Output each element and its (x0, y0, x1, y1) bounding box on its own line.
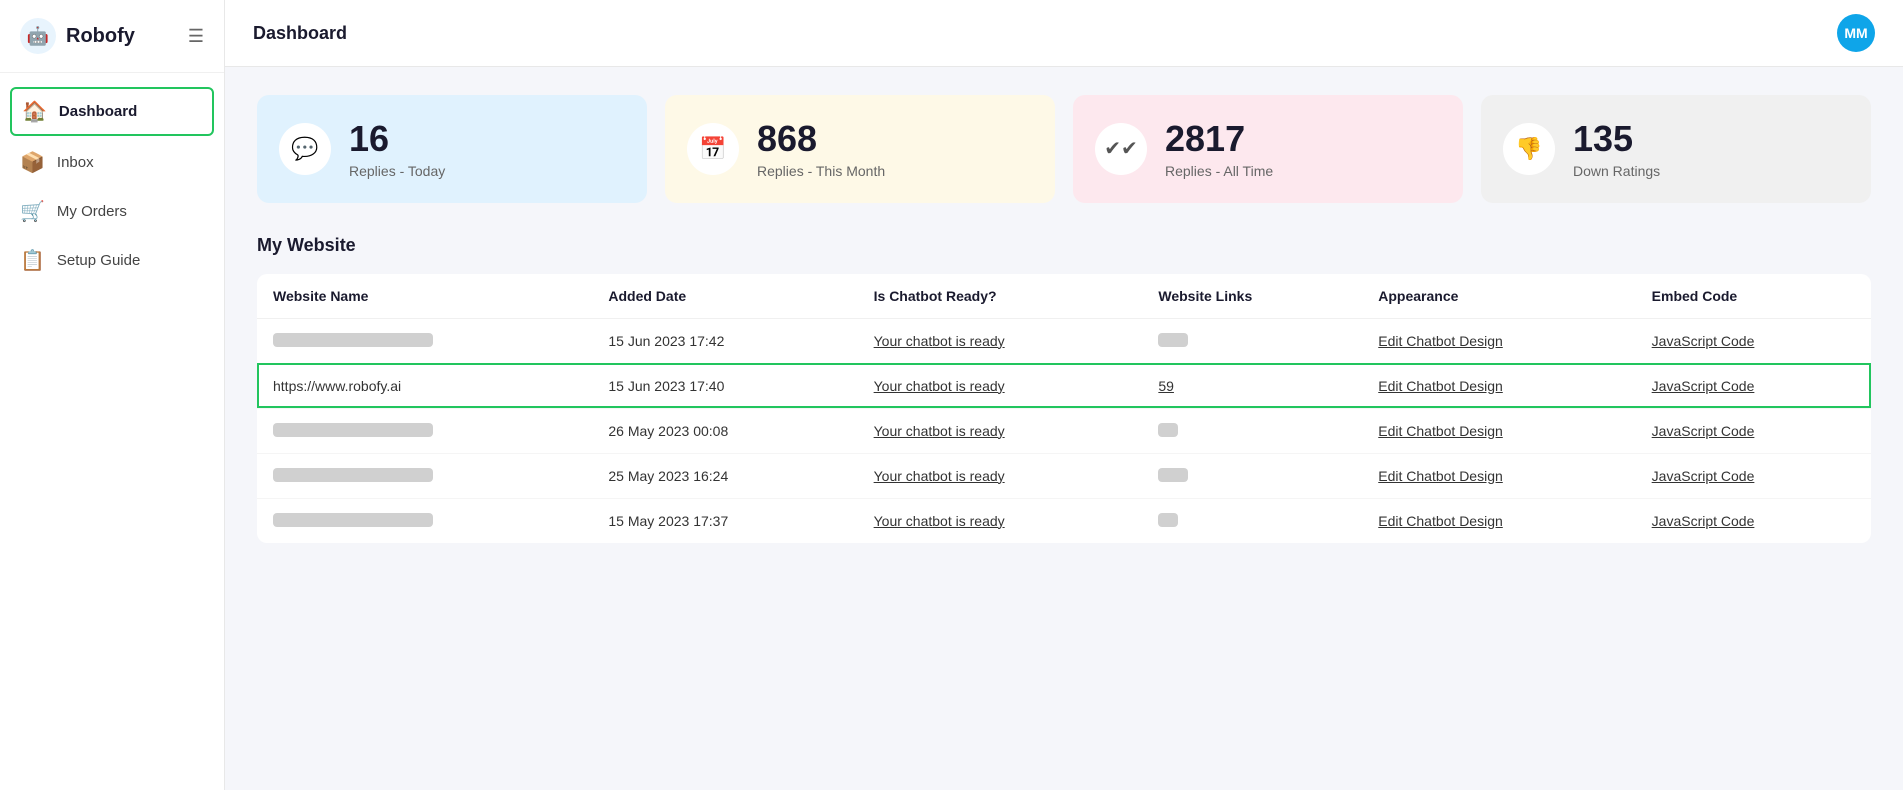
chatbot-ready-status[interactable]: Your chatbot is ready (858, 318, 1143, 363)
embed-code-link[interactable]: JavaScript Code (1636, 453, 1871, 498)
websites-table: Website Name Added Date Is Chatbot Ready… (257, 274, 1871, 543)
sidebar-item-setup-guide[interactable]: 📋 Setup Guide (0, 236, 224, 285)
sidebar-item-label: My Orders (57, 203, 127, 220)
appearance-link[interactable]: Edit Chatbot Design (1362, 363, 1635, 408)
sidebar: 🤖 Robofy ☰ 🏠 Dashboard 📦 Inbox 🛒 My Orde… (0, 0, 225, 790)
website-links-count (1142, 453, 1362, 498)
col-website-links: Website Links (1142, 274, 1362, 319)
added-date: 15 Jun 2023 17:40 (592, 363, 857, 408)
embed-code-link[interactable]: JavaScript Code (1636, 408, 1871, 453)
sidebar-item-my-orders[interactable]: 🛒 My Orders (0, 187, 224, 236)
inbox-icon: 📦 (20, 150, 45, 175)
website-links-count[interactable]: 59 (1142, 363, 1362, 408)
chatbot-ready-status[interactable]: Your chatbot is ready (858, 453, 1143, 498)
sidebar-item-label: Inbox (57, 154, 94, 171)
embed-code-link[interactable]: JavaScript Code (1636, 318, 1871, 363)
sidebar-item-dashboard[interactable]: 🏠 Dashboard (10, 87, 214, 136)
added-date: 15 May 2023 17:37 (592, 498, 857, 543)
replies-alltime-number: 2817 (1165, 119, 1273, 159)
replies-month-number: 868 (757, 119, 885, 159)
stat-card-replies-today: 💬 16 Replies - Today (257, 95, 647, 203)
replies-month-label: Replies - This Month (757, 163, 885, 179)
replies-month-icon: 📅 (687, 123, 739, 175)
website-url: https://example3.com (257, 408, 592, 453)
orders-icon: 🛒 (20, 199, 45, 224)
down-ratings-number: 135 (1573, 119, 1660, 159)
added-date: 15 Jun 2023 17:42 (592, 318, 857, 363)
sidebar-item-label: Dashboard (59, 103, 137, 120)
appearance-link[interactable]: Edit Chatbot Design (1362, 453, 1635, 498)
chatbot-ready-status[interactable]: Your chatbot is ready (858, 363, 1143, 408)
col-website-name: Website Name (257, 274, 592, 319)
page-title: Dashboard (253, 23, 347, 44)
stat-card-replies-alltime: ✔✔ 2817 Replies - All Time (1073, 95, 1463, 203)
replies-today-label: Replies - Today (349, 163, 445, 179)
table-row: https://example3.com 26 May 2023 00:08 Y… (257, 408, 1871, 453)
chatbot-ready-status[interactable]: Your chatbot is ready (858, 408, 1143, 453)
website-url: https://example1.com (257, 318, 592, 363)
app-name: Robofy (66, 25, 135, 48)
appearance-link[interactable]: Edit Chatbot Design (1362, 408, 1635, 453)
website-url: https://www.robofy.ai (257, 363, 592, 408)
down-ratings-label: Down Ratings (1573, 163, 1660, 179)
sidebar-nav: 🏠 Dashboard 📦 Inbox 🛒 My Orders 📋 Setup … (0, 73, 224, 297)
logo-icon: 🤖 (20, 18, 56, 54)
setup-icon: 📋 (20, 248, 45, 273)
sidebar-item-label: Setup Guide (57, 252, 140, 269)
hamburger-icon[interactable]: ☰ (188, 26, 204, 47)
website-links-count (1142, 318, 1362, 363)
content-area: 💬 16 Replies - Today 📅 868 Replies - Thi… (225, 67, 1903, 790)
section-title: My Website (257, 235, 1871, 256)
added-date: 26 May 2023 00:08 (592, 408, 857, 453)
down-ratings-icon: 👎 (1503, 123, 1555, 175)
website-url: https://example4.com (257, 453, 592, 498)
replies-alltime-icon: ✔✔ (1095, 123, 1147, 175)
appearance-link[interactable]: Edit Chatbot Design (1362, 318, 1635, 363)
table-row: https://www.robofy.ai 15 Jun 2023 17:40 … (257, 363, 1871, 408)
website-url: https://example5.com (257, 498, 592, 543)
website-links-count (1142, 498, 1362, 543)
added-date: 25 May 2023 16:24 (592, 453, 857, 498)
embed-code-link[interactable]: JavaScript Code (1636, 498, 1871, 543)
chatbot-ready-status[interactable]: Your chatbot is ready (858, 498, 1143, 543)
appearance-link[interactable]: Edit Chatbot Design (1362, 498, 1635, 543)
table-row: https://example1.com 15 Jun 2023 17:42 Y… (257, 318, 1871, 363)
my-website-section: My Website Website Name Added Date Is Ch… (257, 235, 1871, 543)
topbar: Dashboard MM (225, 0, 1903, 67)
sidebar-logo: 🤖 Robofy ☰ (0, 0, 224, 73)
col-embed-code: Embed Code (1636, 274, 1871, 319)
table-row: https://example4.com 25 May 2023 16:24 Y… (257, 453, 1871, 498)
stat-card-down-ratings: 👎 135 Down Ratings (1481, 95, 1871, 203)
home-icon: 🏠 (22, 99, 47, 124)
embed-code-link[interactable]: JavaScript Code (1636, 363, 1871, 408)
col-chatbot-ready: Is Chatbot Ready? (858, 274, 1143, 319)
replies-today-icon: 💬 (279, 123, 331, 175)
table-header: Website Name Added Date Is Chatbot Ready… (257, 274, 1871, 319)
sidebar-item-inbox[interactable]: 📦 Inbox (0, 138, 224, 187)
avatar[interactable]: MM (1837, 14, 1875, 52)
replies-today-number: 16 (349, 119, 445, 159)
website-links-count (1142, 408, 1362, 453)
col-appearance: Appearance (1362, 274, 1635, 319)
table-body: https://example1.com 15 Jun 2023 17:42 Y… (257, 318, 1871, 543)
websites-table-container: Website Name Added Date Is Chatbot Ready… (257, 274, 1871, 543)
stats-row: 💬 16 Replies - Today 📅 868 Replies - Thi… (257, 95, 1871, 203)
table-row: https://example5.com 15 May 2023 17:37 Y… (257, 498, 1871, 543)
main-content: Dashboard MM 💬 16 Replies - Today 📅 868 … (225, 0, 1903, 790)
replies-alltime-label: Replies - All Time (1165, 163, 1273, 179)
stat-card-replies-month: 📅 868 Replies - This Month (665, 95, 1055, 203)
col-added-date: Added Date (592, 274, 857, 319)
